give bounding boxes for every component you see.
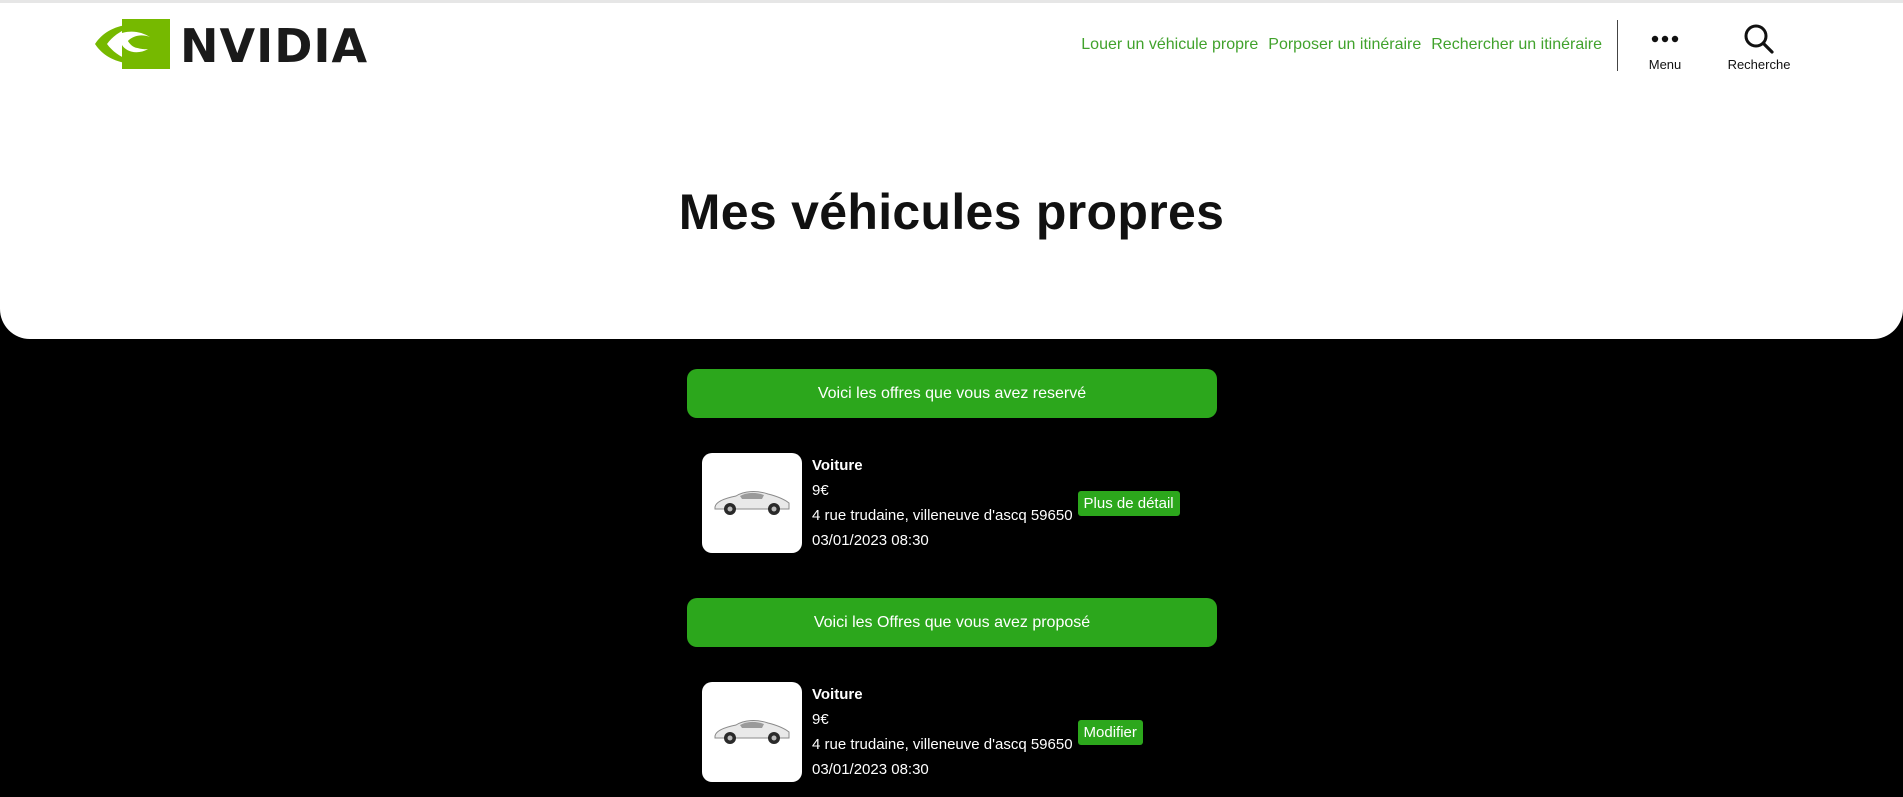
search-label: Recherche — [1727, 57, 1791, 72]
proposed-offers-banner: Voici les Offres que vous avez proposé — [687, 598, 1217, 647]
offer-price: 9€ — [812, 482, 829, 499]
brand-name: NVIDIA — [180, 19, 369, 73]
search-button[interactable]: Recherche — [1719, 21, 1799, 72]
offer-datetime: 03/01/2023 08:30 — [812, 532, 929, 549]
vehicle-type: Voiture — [812, 686, 863, 703]
car-image — [702, 453, 802, 553]
search-icon — [1719, 21, 1799, 57]
car-image — [702, 682, 802, 782]
car-icon — [712, 714, 792, 751]
offer-price: 9€ — [812, 711, 829, 728]
offer-datetime: 03/01/2023 08:30 — [812, 761, 929, 778]
menu-button[interactable]: Menu — [1625, 21, 1705, 72]
reserved-offers-banner: Voici les offres que vous avez reservé — [687, 369, 1217, 418]
nav-link-louer[interactable]: Louer un véhicule propre — [1081, 36, 1258, 54]
dots-horizontal-icon — [1625, 21, 1705, 57]
page-title: Mes véhicules propres — [678, 184, 1225, 240]
modify-button[interactable]: Modifier — [1077, 719, 1143, 745]
header-hero: NVIDIA Louer un véhicule propre Porposer… — [0, 0, 1903, 339]
offer-info: Voiture 9€ 4 rue trudaine, villeneuve d'… — [812, 453, 1073, 553]
vehicle-type: Voiture — [812, 457, 863, 474]
nav-link-rechercher[interactable]: Rechercher un itinéraire — [1431, 36, 1602, 54]
car-icon — [712, 485, 792, 522]
nav-link-proposer[interactable]: Porposer un itinéraire — [1268, 36, 1421, 54]
reserved-offer-card: Voiture 9€ 4 rue trudaine, villeneuve d'… — [702, 453, 1180, 553]
menu-label: Menu — [1648, 57, 1682, 72]
offer-address: 4 rue trudaine, villeneuve d'ascq 59650 — [812, 736, 1073, 753]
brand-logo[interactable]: NVIDIA — [94, 18, 369, 74]
top-nav: Louer un véhicule propre Porposer un iti… — [1081, 36, 1602, 54]
details-button[interactable]: Plus de détail — [1077, 490, 1180, 516]
nvidia-eye-logo-icon — [94, 18, 170, 74]
proposed-offer-card: Voiture 9€ 4 rue trudaine, villeneuve d'… — [702, 682, 1143, 782]
offer-address: 4 rue trudaine, villeneuve d'ascq 59650 — [812, 507, 1073, 524]
offer-info: Voiture 9€ 4 rue trudaine, villeneuve d'… — [812, 682, 1073, 782]
nav-divider — [1617, 20, 1618, 71]
